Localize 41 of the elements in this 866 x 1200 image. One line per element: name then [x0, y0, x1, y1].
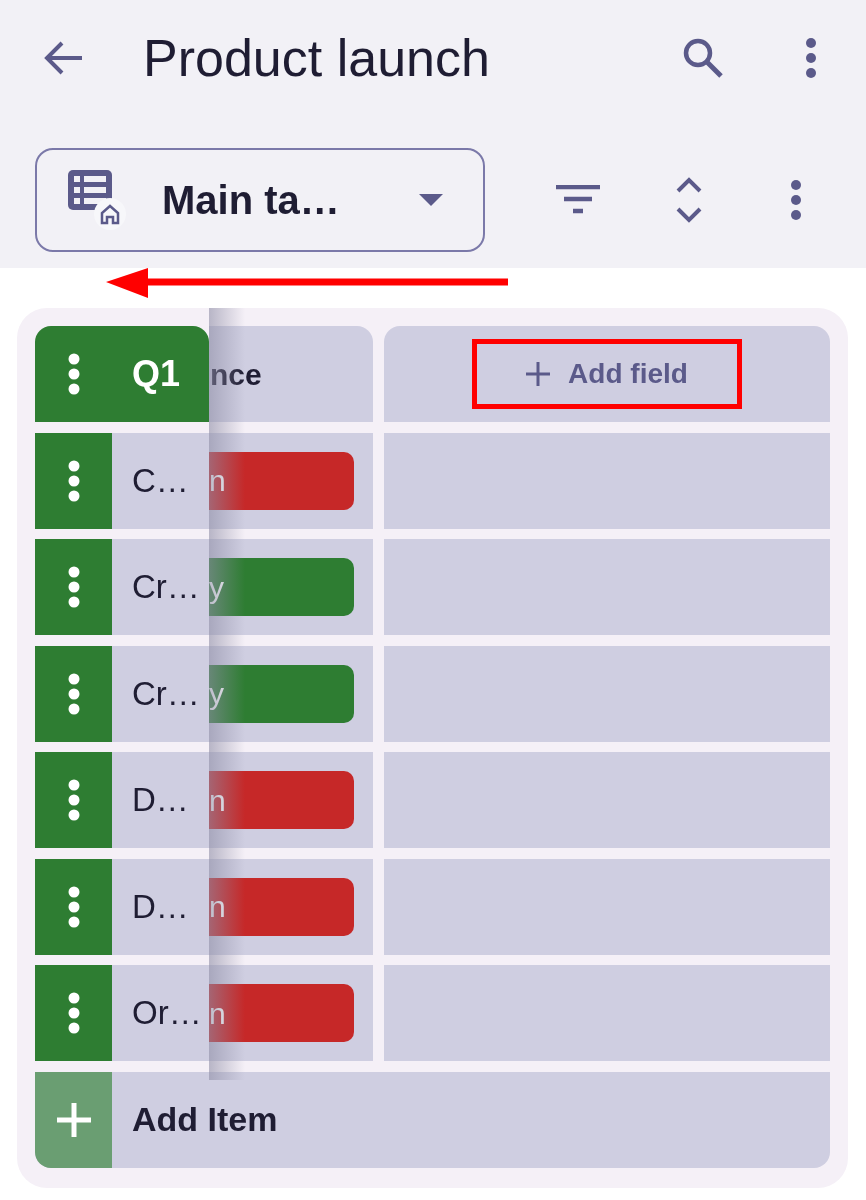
view-dropdown[interactable]: Main ta… [35, 148, 485, 252]
filter-icon [556, 185, 600, 215]
plus-icon [56, 1102, 91, 1137]
status-tag: y [209, 664, 354, 723]
status-tag: n [209, 877, 354, 936]
drag-handle-icon [67, 992, 80, 1034]
row-handle[interactable] [35, 752, 112, 848]
status-tag: n [209, 984, 354, 1042]
add-item-button[interactable]: Add Item [35, 1071, 830, 1168]
drag-handle-icon [67, 566, 80, 608]
table-cell: D… [112, 858, 209, 955]
drag-handle-icon [67, 779, 80, 821]
table-cell: Or… [112, 965, 209, 1061]
row-handle[interactable] [35, 645, 112, 742]
caret-icon [419, 194, 443, 206]
table-cell: Cr… [112, 539, 209, 635]
row-handle[interactable] [35, 858, 112, 955]
more-icon [790, 179, 802, 221]
status-tag: n [209, 771, 354, 829]
drag-handle-icon [67, 885, 80, 928]
column-header[interactable]: nce [209, 326, 373, 422]
column-title: nce [210, 356, 262, 393]
table-home-icon [66, 168, 128, 232]
row-handle[interactable] [35, 965, 112, 1061]
row-handle[interactable] [35, 432, 112, 529]
table-cell: D… [112, 752, 209, 848]
status-tag: n [209, 451, 354, 510]
more-icon [805, 36, 817, 79]
drag-handle-icon [67, 672, 80, 715]
drag-handle-icon [67, 459, 80, 502]
plus-icon [526, 362, 551, 386]
screen-title: Product launch [143, 31, 490, 84]
expand-collapse-icon [676, 177, 702, 223]
table-cell: Cr… [112, 645, 209, 742]
table-cell: C… [112, 432, 209, 529]
status-tag: y [209, 558, 354, 616]
view-name: Main ta… [162, 180, 340, 220]
drag-handle-icon [67, 353, 80, 395]
column-title: Q1 [132, 352, 181, 396]
row-handle[interactable] [35, 539, 112, 635]
column-header[interactable]: Q1 [35, 326, 209, 422]
